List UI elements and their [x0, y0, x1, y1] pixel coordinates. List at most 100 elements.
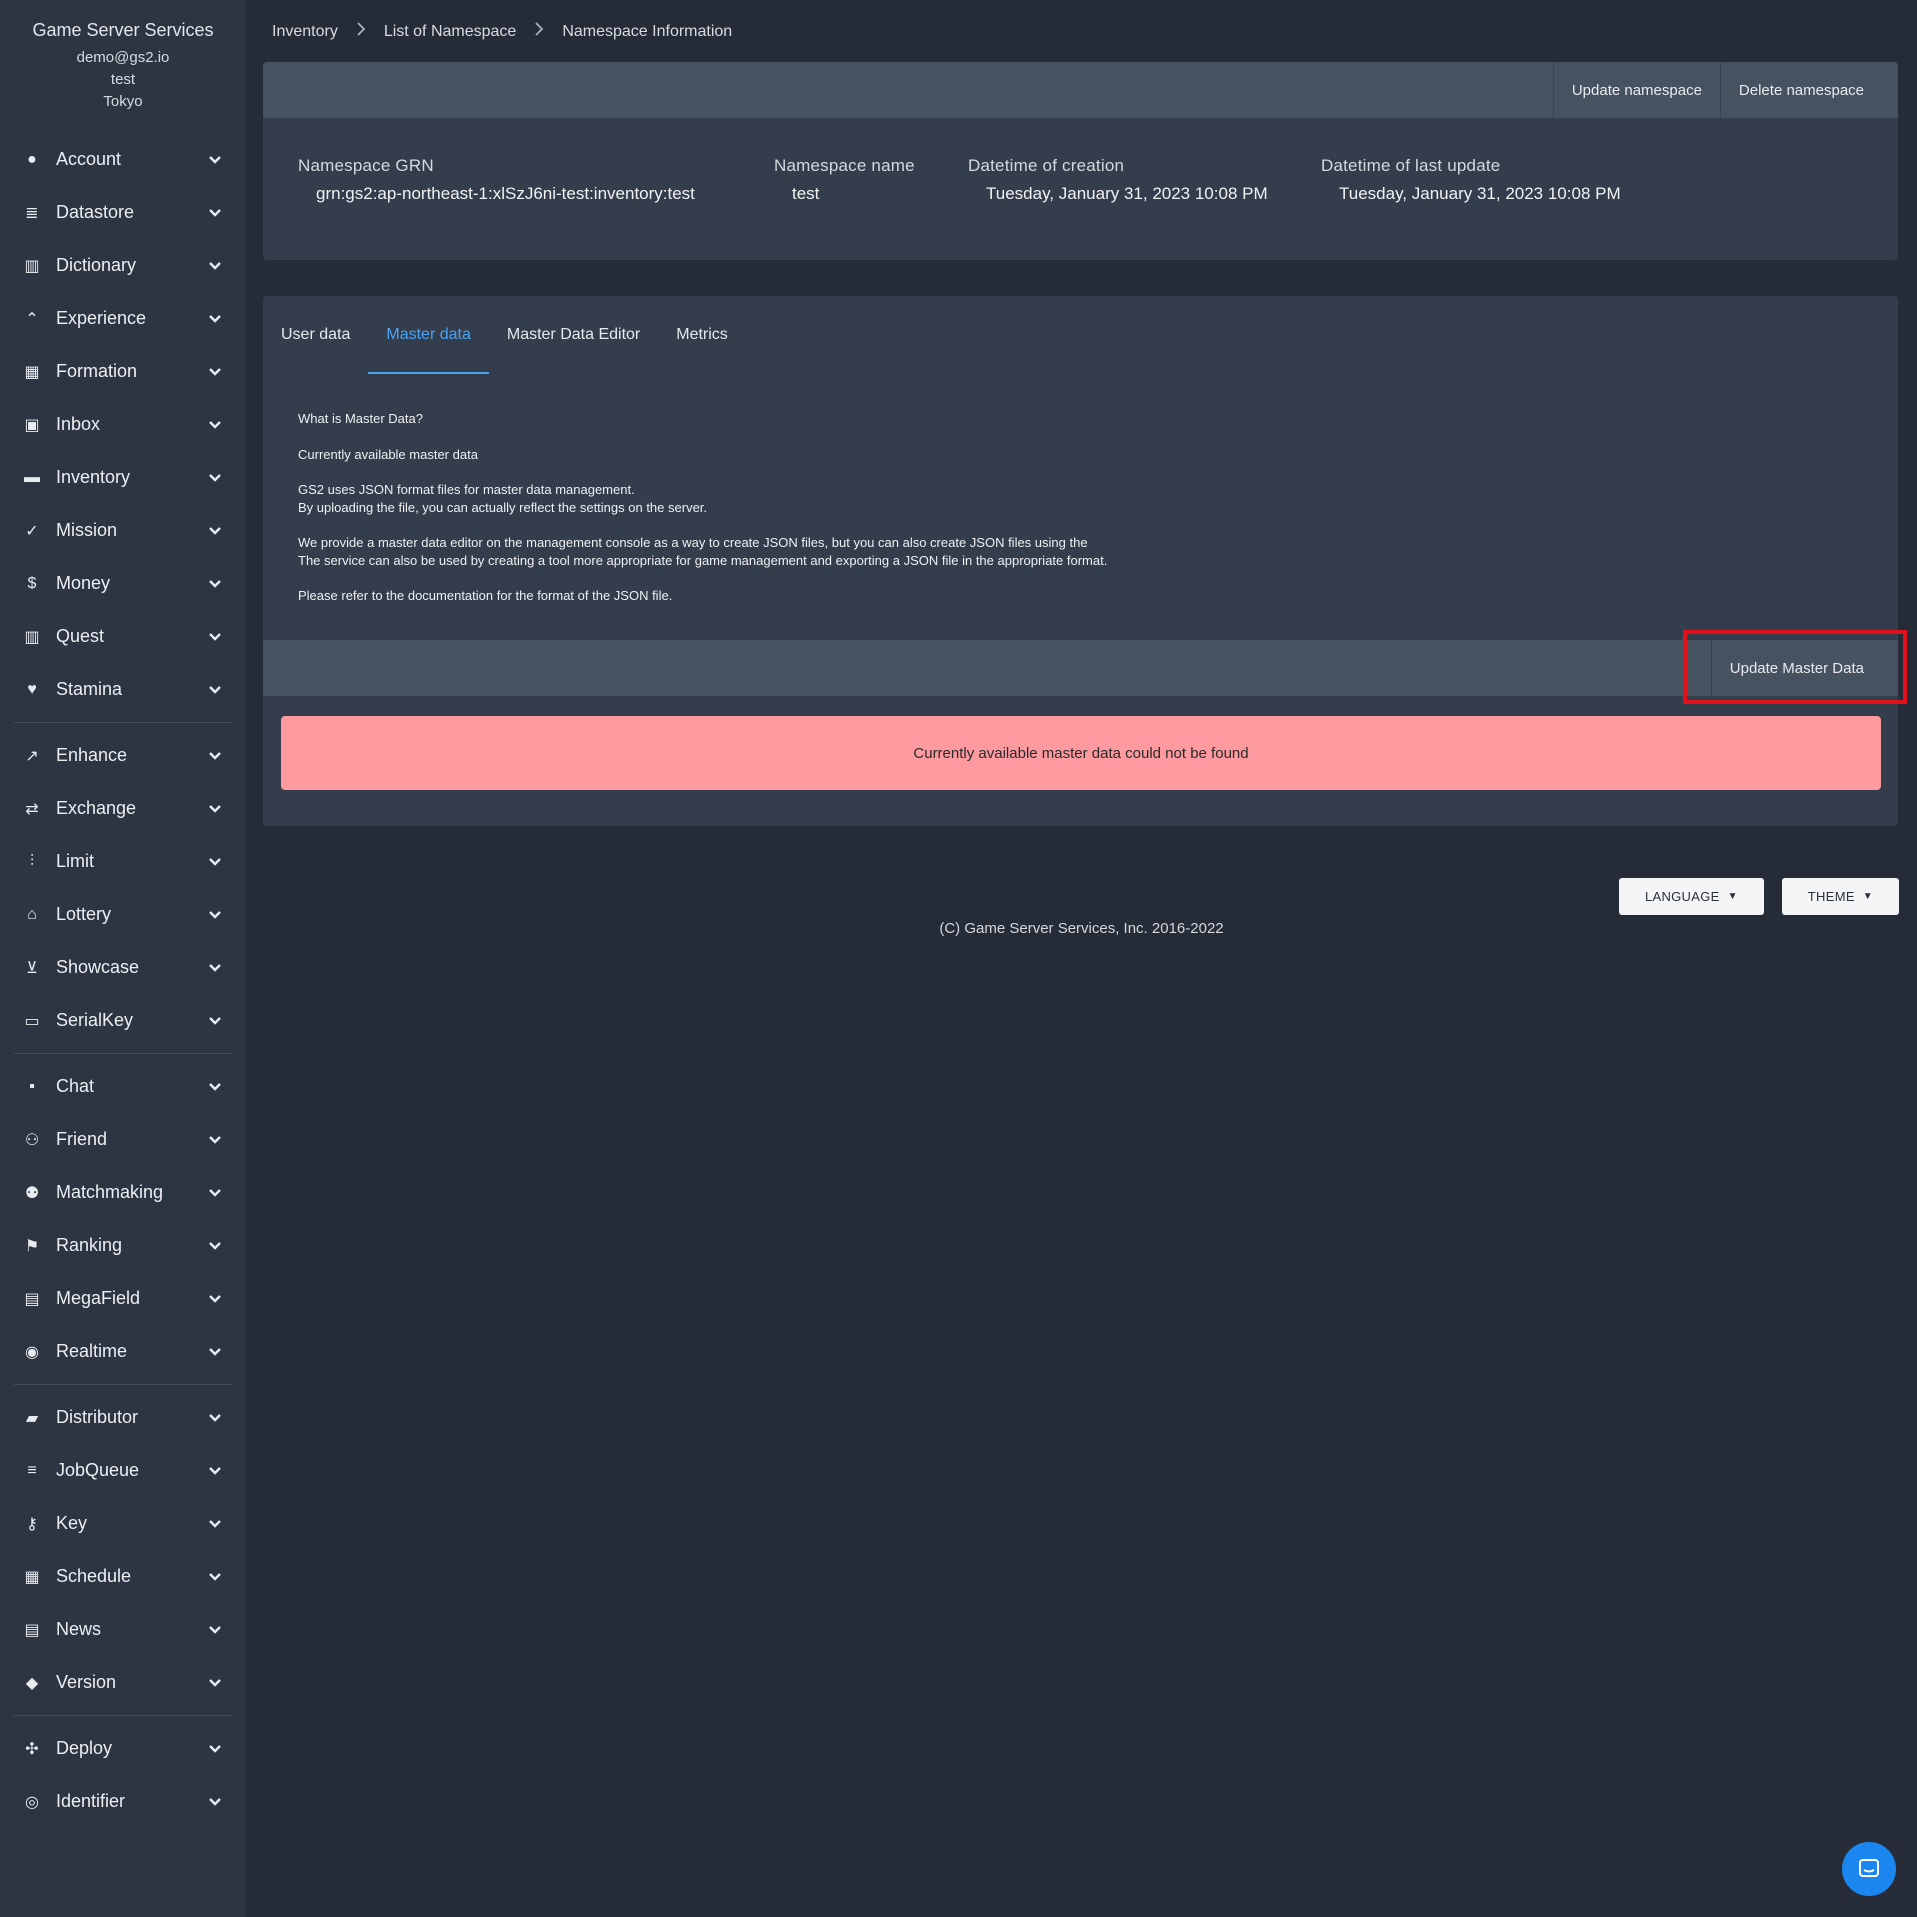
- chevron-down-icon: [206, 416, 224, 434]
- no-master-data-alert: Currently available master data could no…: [281, 716, 1881, 790]
- tag-icon: ◆: [25, 1674, 39, 1692]
- tab-master-data[interactable]: Master data: [368, 326, 489, 374]
- chevron-down-icon: [206, 1237, 224, 1255]
- chevron-down-icon: [206, 1515, 224, 1533]
- field-value: Tuesday, January 31, 2023 10:08 PM: [1339, 184, 1621, 203]
- sidebar-item-ranking[interactable]: ⚑ Ranking: [0, 1219, 246, 1272]
- sidebar-item-label: Experience: [56, 308, 147, 328]
- caret-down-icon: ▼: [1727, 891, 1738, 902]
- sidebar-item-schedule[interactable]: ▦ Schedule: [0, 1550, 246, 1603]
- sidebar-item-experience[interactable]: ⌃ Experience: [0, 292, 246, 345]
- sidebar-item-identifier[interactable]: ◎ Identifier: [0, 1775, 246, 1828]
- sidebar-item-label: Deploy: [56, 1738, 113, 1758]
- double-chevron-up-icon: ⌃: [25, 310, 39, 328]
- update-master-data-button[interactable]: Update Master Data: [1710, 640, 1898, 696]
- sidebar-item-key[interactable]: ⚷ Key: [0, 1497, 246, 1550]
- chevron-down-icon: [206, 1184, 224, 1202]
- database-icon: ≣: [25, 204, 39, 222]
- sidebar-item-label: JobQueue: [56, 1460, 140, 1480]
- sidebar-item-formation[interactable]: ▦ Formation: [0, 345, 246, 398]
- calendar-icon: ▦: [24, 1568, 40, 1586]
- user-email: demo@gs2.io: [76, 49, 170, 66]
- tab-master-data-editor[interactable]: Master Data Editor: [489, 326, 658, 372]
- sidebar-item-label: SerialKey: [56, 1010, 134, 1030]
- sidebar-item-label: Money: [56, 573, 111, 593]
- sidebar-item-mission[interactable]: ✓ Mission: [0, 504, 246, 557]
- deploy-icon: ✣: [25, 1740, 39, 1758]
- key-icon: ⚷: [26, 1515, 38, 1533]
- sidebar-item-label: Lottery: [56, 904, 112, 924]
- sidebar-item-account[interactable]: ● Account: [0, 133, 246, 186]
- sidebar-item-deploy[interactable]: ✣ Deploy: [0, 1722, 246, 1775]
- sidebar-item-label: Key: [56, 1513, 88, 1533]
- sidebar-item-inbox[interactable]: ▣ Inbox: [0, 398, 246, 451]
- description-line: We provide a master data editor on the m…: [298, 535, 1088, 550]
- sidebar-item-jobqueue[interactable]: ≡ JobQueue: [0, 1444, 246, 1497]
- clipboard-check-icon: ✓: [25, 522, 39, 540]
- tab-metrics[interactable]: Metrics: [658, 326, 746, 372]
- sidebar-item-quest[interactable]: ▥ Quest: [0, 610, 246, 663]
- sidebar-item-label: Stamina: [56, 679, 123, 699]
- sidebar-item-exchange[interactable]: ⇄ Exchange: [0, 782, 246, 835]
- sidebar-item-money[interactable]: $ Money: [0, 557, 246, 610]
- gift-icon: ▣: [24, 416, 40, 434]
- sidebar-item-chat[interactable]: ▪ Chat: [0, 1060, 246, 1113]
- field-label: Datetime of creation: [968, 156, 1125, 175]
- sidebar-item-label: News: [56, 1619, 102, 1639]
- sidebar-nav: ● Account ≣ Datastore ▥ Dictionary ⌃ Experience…: [0, 127, 246, 1834]
- exchange-icon: ⇄: [25, 800, 39, 818]
- ticket-icon: ▭: [24, 1012, 40, 1030]
- field-datetime-last-update: Datetime of last update Tuesday, January…: [1321, 156, 1621, 204]
- sidebar-item-enhance[interactable]: ↗ Enhance: [0, 729, 246, 782]
- chevron-down-icon: [206, 747, 224, 765]
- field-label: Datetime of last update: [1321, 156, 1501, 175]
- tab-user-data[interactable]: User data: [281, 326, 368, 372]
- sidebar-item-news[interactable]: ▤ News: [0, 1603, 246, 1656]
- sidebar-item-distributor[interactable]: ▰ Distributor: [0, 1391, 246, 1444]
- sidebar-item-realtime[interactable]: ◉ Realtime: [0, 1325, 246, 1378]
- sidebar-item-stamina[interactable]: ♥ Stamina: [0, 663, 246, 716]
- sidebar-item-serialkey[interactable]: ▭ SerialKey: [0, 994, 246, 1047]
- chevron-down-icon: [206, 959, 224, 977]
- region-name: Tokyo: [103, 93, 143, 110]
- chat-support-button[interactable]: [1842, 1842, 1896, 1896]
- field-namespace-grn: Namespace GRN grn:gs2:ap-northeast-1:xlS…: [298, 156, 695, 204]
- newspaper-icon: ▤: [24, 1621, 40, 1639]
- briefcase-icon: ▬: [24, 468, 40, 486]
- chevron-down-icon: [206, 310, 224, 328]
- breadcrumb-list-of-namespace[interactable]: List of Namespace: [384, 23, 517, 41]
- book-map-icon: ▥: [24, 628, 40, 646]
- update-namespace-button[interactable]: Update namespace: [1552, 62, 1720, 118]
- sidebar-item-label: Inbox: [56, 414, 101, 434]
- chevron-right-icon: [356, 22, 366, 41]
- breadcrumb-inventory[interactable]: Inventory: [272, 23, 338, 41]
- field-namespace-name: Namespace name test: [774, 156, 915, 204]
- description-line: GS2 uses JSON format files for master da…: [298, 482, 635, 497]
- sidebar-item-label: Identifier: [56, 1791, 126, 1811]
- available-master-data-label: Currently available master data: [298, 446, 478, 462]
- sidebar-item-version[interactable]: ◆ Version: [0, 1656, 246, 1709]
- field-value: Tuesday, January 31, 2023 10:08 PM: [986, 184, 1268, 203]
- theme-button[interactable]: THEME ▼: [1781, 878, 1899, 915]
- description-heading: What is Master Data?: [298, 411, 423, 426]
- chevron-down-icon: [206, 1343, 224, 1361]
- delete-namespace-button[interactable]: Delete namespace: [1719, 62, 1898, 118]
- field-value: grn:gs2:ap-northeast-1:xlSzJ6ni-test:inv…: [316, 184, 695, 203]
- sidebar-item-dictionary[interactable]: ▥ Dictionary: [0, 239, 246, 292]
- language-button[interactable]: LANGUAGE ▼: [1618, 878, 1764, 915]
- field-label: Namespace name: [774, 156, 915, 175]
- sidebar-item-inventory[interactable]: ▬ Inventory: [0, 451, 246, 504]
- sidebar-item-datastore[interactable]: ≣ Datastore: [0, 186, 246, 239]
- sidebar-item-lottery[interactable]: ⌂ Lottery: [0, 888, 246, 941]
- sidebar-item-limit[interactable]: ⫶ Limit: [0, 835, 246, 888]
- tab-bar: User data Master data Master Data Editor…: [281, 326, 746, 374]
- sidebar-item-showcase[interactable]: ⊻ Showcase: [0, 941, 246, 994]
- sidebar-item-friend[interactable]: ⚇ Friend: [0, 1113, 246, 1166]
- sidebar-group: ▪ Chat ⚇ Friend ⚉ Matchmaking ⚑ Ranking ▤ MegaFie…: [0, 1054, 246, 1384]
- sliders-icon: ⫶: [29, 852, 34, 870]
- sidebar-item-megafield[interactable]: ▤ MegaField: [0, 1272, 246, 1325]
- book-open-icon: ▥: [24, 257, 40, 275]
- sidebar-item-matchmaking[interactable]: ⚉ Matchmaking: [0, 1166, 246, 1219]
- trend-up-icon: ↗: [25, 747, 39, 765]
- sidebar: Game Server Services demo@gs2.io test To…: [0, 0, 246, 1917]
